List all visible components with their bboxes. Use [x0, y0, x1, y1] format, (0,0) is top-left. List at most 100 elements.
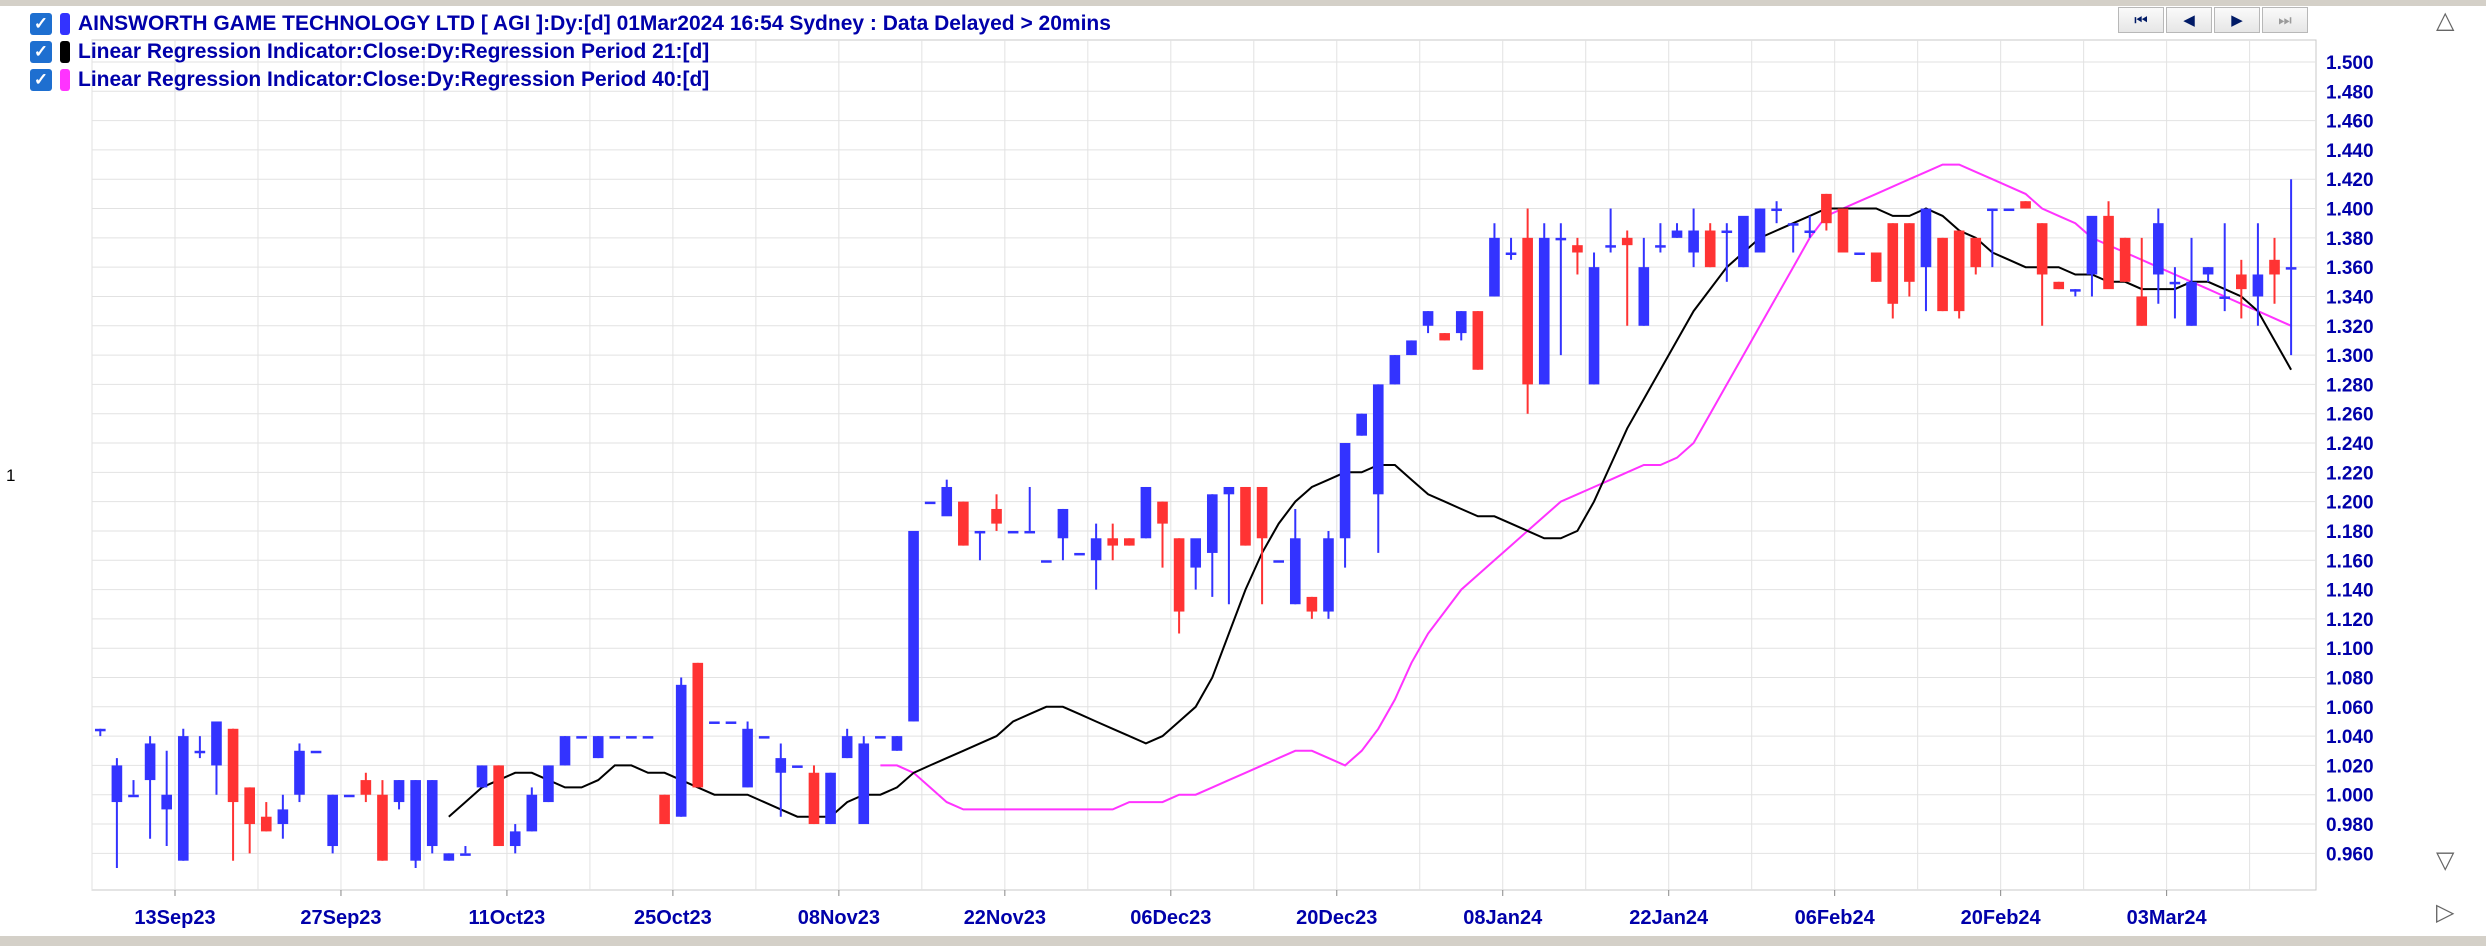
candle-body [1738, 215, 1749, 268]
y-tick-label: 1.360 [2326, 258, 2374, 279]
candle-body [1787, 223, 1799, 226]
candle-body [1937, 237, 1948, 312]
candle-body [2053, 281, 2065, 290]
y-tick-label: 1.280 [2326, 375, 2374, 396]
candle-body [2236, 274, 2247, 290]
y-tick-label: 1.300 [2326, 346, 2374, 367]
nav-next-button[interactable]: ▶ [2214, 7, 2260, 33]
candle-body [675, 684, 687, 817]
candle-body [1621, 237, 1633, 246]
candle-body [460, 853, 471, 856]
y-tick-label: 1.340 [2326, 287, 2374, 308]
y-tick-label: 1.040 [2326, 727, 2374, 748]
candle [1738, 215, 1749, 268]
candle [426, 780, 438, 854]
candle [675, 677, 687, 817]
candle-body [2020, 201, 2031, 209]
legend-row-lr40: ✓ Linear Regression Indicator:Close:Dy:R… [30, 66, 1111, 94]
x-tick-label: 22Jan24 [1629, 907, 1709, 929]
nav-first-button[interactable]: ⏮ [2118, 7, 2164, 33]
legend-lr40-checkbox[interactable]: ✓ [30, 69, 52, 91]
candle-body [1124, 538, 1135, 546]
nav-prev-button[interactable]: ◀ [2166, 7, 2212, 33]
candle-body [2153, 223, 2164, 275]
candle-body [609, 736, 621, 739]
candle [1124, 538, 1135, 546]
legend-lr40-label: Linear Regression Indicator:Close:Dy:Reg… [78, 68, 710, 91]
chart-legend: ✓ AINSWORTH GAME TECHNOLOGY LTD [ AGI ]:… [30, 10, 1111, 94]
legend-lr21-swatch [60, 41, 70, 63]
candle [858, 736, 870, 825]
candle [327, 794, 338, 854]
y-tick-label: 1.460 [2326, 112, 2374, 133]
candle [543, 765, 554, 803]
candle [1273, 560, 1284, 563]
candle [559, 736, 571, 766]
candle-body [1638, 267, 1650, 326]
candle-body [476, 765, 488, 788]
candle-body [2269, 259, 2280, 275]
candle-body [1289, 538, 1301, 605]
candle-body [1904, 223, 1915, 282]
price-chart[interactable]: 0.960 0.980 1.000 1.020 1.040 1.060 1.080 1.100… [0, 0, 2486, 946]
candle [758, 736, 770, 739]
candle-body [659, 794, 670, 825]
candle [1953, 230, 1965, 319]
candle-body [1356, 413, 1367, 436]
y-tick-label: 1.260 [2326, 405, 2374, 426]
x-tick-label: 06Feb24 [1795, 907, 1876, 929]
y-tick-label: 1.220 [2326, 463, 2374, 484]
candle [725, 721, 737, 724]
candle-body [924, 501, 936, 505]
candle-body [2186, 281, 2197, 326]
candle-body [1671, 230, 1683, 238]
candle-body [2070, 289, 2081, 292]
candle-body [958, 501, 969, 546]
candle-body [493, 765, 504, 847]
candle-body [1821, 193, 1832, 224]
candle [1937, 237, 1948, 312]
candle-body [2285, 267, 2297, 270]
candle-body [858, 743, 870, 825]
candle-body [1240, 486, 1251, 546]
candle-body [576, 736, 587, 739]
y-tick-label: 1.480 [2326, 82, 2374, 103]
candle [443, 853, 455, 861]
candle-body [841, 736, 853, 759]
candle [310, 750, 322, 754]
candle-body [758, 736, 770, 739]
candle-body [1256, 486, 1268, 539]
candle-body [1306, 596, 1318, 612]
candle-body [277, 809, 289, 825]
candle [1854, 252, 1865, 255]
candle-body [1372, 384, 1384, 495]
plot-area [91, 39, 2317, 891]
candle-body [310, 750, 322, 754]
y-tick-label: 1.200 [2326, 493, 2374, 514]
candle-body [2036, 223, 2048, 275]
legend-main-checkbox[interactable]: ✓ [30, 13, 52, 35]
x-tick-label: 27Sep23 [300, 907, 381, 929]
nav-last-button[interactable]: ⏭ [2262, 7, 2308, 33]
candle [476, 765, 488, 788]
scroll-down-icon[interactable]: ▽ [2436, 846, 2454, 874]
candle-body [1887, 223, 1899, 304]
candle-body [1655, 245, 1666, 248]
candle-body [227, 728, 239, 803]
legend-lr21-checkbox[interactable]: ✓ [30, 41, 52, 63]
y-tick-label: 1.080 [2326, 669, 2374, 690]
candle [626, 736, 637, 739]
candle-body [1588, 267, 1600, 385]
scroll-right-icon[interactable]: ▷ [2436, 898, 2454, 926]
candle-body [2169, 281, 2181, 285]
scroll-up-icon[interactable]: △ [2436, 6, 2454, 34]
candle-body [1173, 538, 1185, 612]
candle-body [2202, 267, 2214, 275]
candle-body [426, 780, 438, 847]
candle-body [294, 750, 305, 795]
y-tick-label: 1.120 [2326, 610, 2374, 631]
candle [709, 721, 720, 724]
x-tick-label: 20Feb24 [1961, 907, 2042, 929]
candle-body [509, 831, 521, 847]
candle-body [543, 765, 554, 803]
